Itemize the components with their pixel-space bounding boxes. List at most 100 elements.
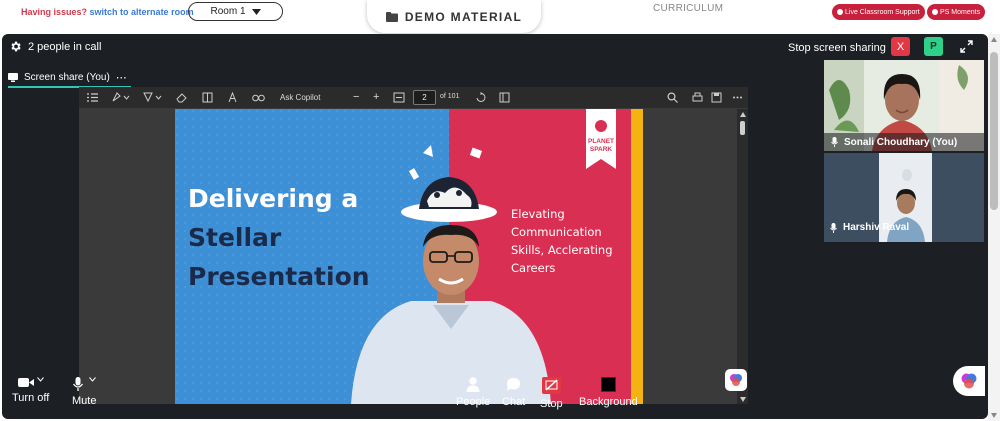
slide-title-line2: Stellar [188,223,282,252]
participant-name: Sonali Choudhary (You) [844,136,958,148]
people-label: People [456,396,491,408]
page-view-icon[interactable] [202,92,213,103]
curriculum-link[interactable]: CURRICULUM [653,3,723,14]
pdf-viewer: Ask Copilot − + 2 of 101 PLANET SPARK De… [79,87,748,404]
rotate-icon[interactable] [475,92,486,103]
folder-icon [385,11,398,22]
participant-tile-harshiv[interactable]: Harshiv Raval [824,153,984,242]
stop-sharing-button[interactable]: X [891,37,910,56]
chevron-down-icon[interactable] [88,377,96,382]
mic-toggle[interactable]: Mute [72,377,96,407]
save-icon[interactable] [711,92,722,103]
pdf-scrollbar[interactable] [737,109,748,404]
camera-toggle[interactable]: Turn off [12,377,49,404]
chat-button[interactable]: Chat [502,377,525,408]
logo-line2: SPARK [590,146,613,153]
issues-notice: Having issues? switch to alternate room [21,7,194,17]
people-count: 2 people in call [28,41,102,53]
zoom-out-button[interactable]: − [353,91,359,103]
chat-label: Chat [502,396,526,408]
person-icon [466,377,480,392]
fullscreen-icon[interactable] [960,40,973,53]
stop-screen-sharing-label[interactable]: Stop screen sharing [788,42,886,54]
more-icon[interactable] [732,92,743,103]
participant-badge[interactable]: P [924,37,943,56]
read-aloud-icon[interactable] [228,92,239,103]
camera-label: Turn off [12,392,50,404]
background-button[interactable]: Background [579,377,638,408]
participant-name-row: Sonali Choudhary (You) [824,133,984,151]
scroll-up-icon[interactable] [740,112,746,117]
logo-line1: PLANET [588,138,614,145]
ask-copilot-button[interactable]: Ask Copilot [280,93,320,102]
chevron-down-icon[interactable] [36,377,44,382]
search-icon[interactable] [667,92,678,103]
scroll-down-icon[interactable] [740,397,746,402]
call-header: 2 people in call Stop screen sharing X P [2,34,988,60]
page-scroll-thumb[interactable] [990,52,998,210]
scroll-up-icon[interactable] [991,37,997,42]
issues-text: Having issues? [21,7,88,17]
record-dot-icon [932,9,938,15]
room-select-value: Room 1 [210,6,246,17]
microphone-icon [831,137,838,147]
demo-material-label: DEMO MATERIAL [404,9,523,24]
fit-page-icon[interactable] [393,92,405,103]
people-button[interactable]: People [456,377,490,408]
live-support-button[interactable]: Live Classroom Support [832,4,925,20]
background-label: Background [579,396,638,408]
slide-subtitle-line2: Communication [511,225,602,239]
background-icon [600,377,616,392]
ps-moments-label: PS Moments [940,8,981,16]
ps-moments-button[interactable]: PS Moments [927,4,986,20]
two-page-icon[interactable] [499,92,510,103]
chat-bubble-icon [507,378,521,391]
participant-tile-self[interactable]: Sonali Choudhary (You) [824,60,984,151]
draw-icon[interactable] [143,92,163,103]
microphone-icon [830,222,837,233]
slide-subtitle-line3: Skills, Acclerating [511,243,613,257]
participant-name: Harshiv Raval [843,222,910,233]
pdf-page: PLANET SPARK Delivering a Stellar Presen… [175,109,643,404]
live-support-label: Live Classroom Support [845,8,920,16]
page-scrollbar[interactable] [988,34,1000,421]
slide-title-line3: Presentation [188,262,370,291]
slide-title-line1: Delivering a [188,184,358,213]
print-icon[interactable] [692,92,703,103]
tab-screen-share-label: Screen share (You) [24,71,110,83]
copilot-sidebar-button[interactable] [953,366,985,396]
tab-screen-share[interactable]: Screen share (You) ⋯ [8,66,127,88]
camera-icon [17,378,34,387]
translate-icon[interactable] [252,92,265,103]
highlight-icon[interactable] [112,92,130,103]
slide-yellow-stripe [631,109,643,404]
scroll-down-icon[interactable] [991,413,997,418]
page-count: of 101 [440,93,460,100]
chevron-down-icon [251,8,261,15]
participant-name-row: Harshiv Raval [830,222,909,233]
demo-material-button[interactable]: DEMO MATERIAL [367,0,541,33]
eraser-icon[interactable] [176,92,187,103]
zoom-in-button[interactable]: + [373,91,379,103]
copilot-icon [730,374,742,386]
microphone-icon [72,377,83,391]
copilot-float-button[interactable] [725,369,747,391]
stop-label: Stop [540,398,563,410]
gear-icon[interactable] [9,40,22,53]
slide-subtitle-line4: Careers [511,261,555,275]
room-select[interactable]: Room 1 [188,2,283,21]
screen-share-icon [8,72,18,82]
pdf-toolbar: Ask Copilot − + 2 of 101 [79,87,748,108]
alternate-room-link[interactable]: switch to alternate room [90,7,194,17]
top-bar: Having issues? switch to alternate room … [0,0,1000,34]
stop-share-icon [541,377,561,394]
more-options-icon[interactable]: ⋯ [116,71,127,84]
copilot-icon [961,373,977,389]
slide-graphic: PLANET SPARK Delivering a Stellar Presen… [175,109,643,404]
contents-icon[interactable] [87,93,98,102]
record-dot-icon [837,9,843,15]
stop-share-button[interactable]: Stop [540,377,563,410]
page-number-input[interactable]: 2 [413,90,436,105]
pdf-scroll-thumb[interactable] [740,121,745,135]
call-window: 2 people in call Stop screen sharing X P… [2,34,988,419]
